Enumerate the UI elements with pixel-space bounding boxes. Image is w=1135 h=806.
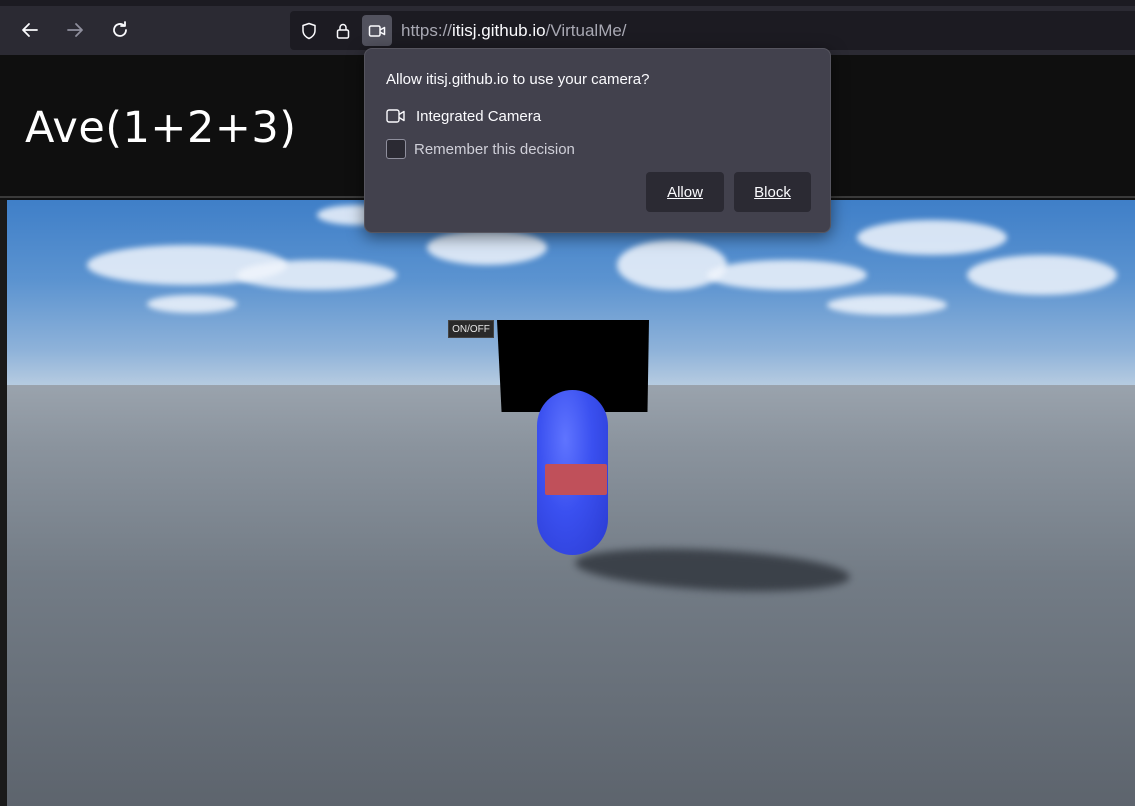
- device-row: Integrated Camera: [386, 107, 541, 125]
- reload-button[interactable]: [104, 14, 136, 46]
- scroll-edge: [0, 200, 7, 806]
- url-scheme: https://: [401, 21, 453, 40]
- reload-icon: [113, 21, 127, 37]
- camera-permission-button[interactable]: [362, 15, 392, 46]
- remember-decision-label: Remember this decision: [414, 140, 575, 158]
- lock-icon: [336, 23, 350, 39]
- 3d-scene-canvas[interactable]: ON/OFF: [0, 200, 1135, 806]
- url-host: itisj.github.io: [452, 21, 546, 40]
- tracking-protection-button[interactable]: [294, 15, 324, 46]
- page-title: Ave(1+2+3): [25, 103, 297, 153]
- permission-question: Allow itisj.github.io to use your camera…: [386, 71, 650, 88]
- camera-toggle-button[interactable]: ON/OFF: [448, 320, 494, 338]
- shield-icon: [302, 22, 316, 39]
- avatar-visor: [545, 464, 607, 495]
- forward-arrow-icon: [67, 23, 83, 37]
- url-path: /VirtualMe/: [545, 21, 627, 40]
- url-text: https://itisj.github.io/VirtualMe/: [401, 11, 627, 50]
- allow-button[interactable]: Allow: [646, 172, 724, 212]
- camera-icon: [386, 109, 405, 123]
- address-bar[interactable]: https://itisj.github.io/VirtualMe/: [290, 11, 1135, 50]
- remember-decision-row[interactable]: Remember this decision: [386, 139, 575, 159]
- forward-button[interactable]: [59, 14, 91, 46]
- remember-decision-checkbox[interactable]: [386, 139, 406, 159]
- camera-icon: [368, 24, 386, 37]
- back-button[interactable]: [14, 14, 46, 46]
- block-button[interactable]: Block: [734, 172, 811, 212]
- camera-permission-popup: Allow itisj.github.io to use your camera…: [364, 48, 831, 233]
- back-arrow-icon: [22, 23, 38, 37]
- device-name: Integrated Camera: [416, 107, 542, 125]
- site-security-button[interactable]: [328, 15, 358, 46]
